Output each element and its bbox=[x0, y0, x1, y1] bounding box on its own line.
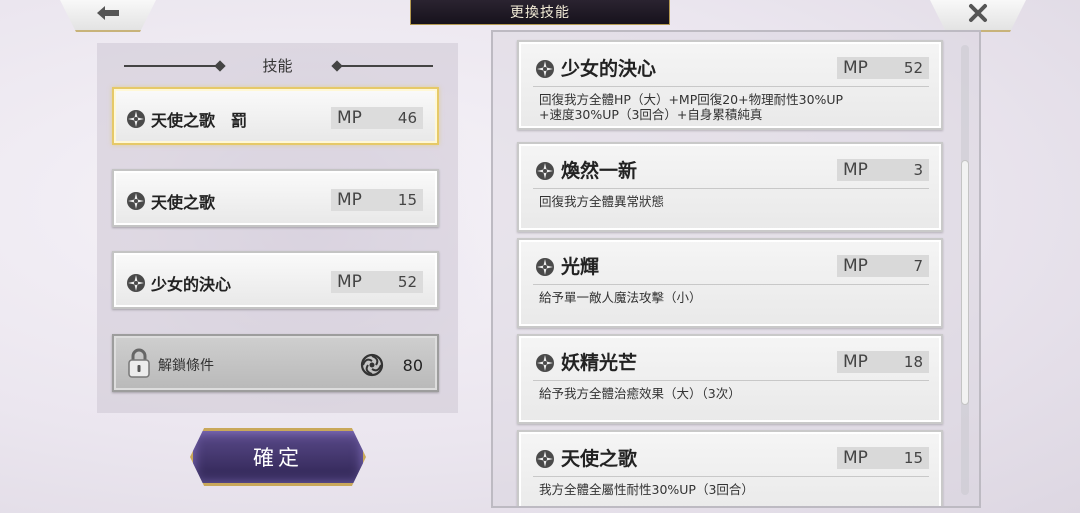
divider bbox=[533, 380, 929, 381]
skill-icon bbox=[536, 354, 554, 372]
divider bbox=[533, 86, 929, 87]
mp-value: 3 bbox=[913, 161, 923, 179]
mp-label: MP bbox=[843, 448, 868, 468]
mp-label: MP bbox=[843, 160, 868, 180]
mp-label: MP bbox=[843, 256, 868, 276]
skill-icon bbox=[127, 110, 145, 128]
equipped-skill-slot-1[interactable]: 天使之歌 罰 MP 46 bbox=[112, 87, 439, 145]
close-icon bbox=[969, 4, 987, 22]
skill-description-line: +速度30%UP（3回合）+自身累積純真 bbox=[539, 107, 763, 122]
close-button[interactable] bbox=[928, 0, 1028, 32]
skill-list-panel[interactable]: 少女的決心 MP 52 回復我方全體HP（大）+MP回復20+物理耐性30%UP… bbox=[491, 30, 981, 508]
mp-cost-box: MP 18 bbox=[837, 351, 929, 373]
skill-description: 回復我方全體異常狀態 bbox=[539, 194, 919, 209]
mp-label: MP bbox=[843, 58, 868, 78]
page-title: 更換技能 bbox=[410, 0, 670, 25]
skill-icon bbox=[127, 192, 145, 210]
equipped-skill-name: 天使之歌 bbox=[151, 193, 216, 212]
mp-value: 7 bbox=[913, 257, 923, 275]
skill-card[interactable]: 光輝 MP 7 給予單一敵人魔法攻擊（小） bbox=[517, 238, 943, 328]
mp-value: 46 bbox=[397, 109, 417, 127]
mp-value: 52 bbox=[397, 273, 417, 291]
skill-icon bbox=[536, 60, 554, 78]
mp-cost-box: MP 52 bbox=[837, 57, 929, 79]
skill-card[interactable]: 少女的決心 MP 52 回復我方全體HP（大）+MP回復20+物理耐性30%UP… bbox=[517, 40, 943, 130]
skill-card[interactable]: 煥然一新 MP 3 回復我方全體異常狀態 bbox=[517, 142, 943, 232]
scrollbar-thumb[interactable] bbox=[961, 160, 969, 405]
skill-description: 我方全體全屬性耐性30%UP（3回合） bbox=[539, 482, 919, 497]
skill-icon bbox=[127, 274, 145, 292]
mp-cost-box: MP 46 bbox=[331, 107, 423, 129]
mp-label: MP bbox=[337, 108, 362, 128]
equipped-skill-slot-3[interactable]: 少女的決心 MP 52 bbox=[112, 251, 439, 309]
skill-description-line: 回復我方全體異常狀態 bbox=[539, 194, 665, 209]
mp-value: 15 bbox=[397, 191, 417, 209]
unlock-cost: 80 bbox=[402, 356, 423, 375]
skill-icon bbox=[536, 162, 554, 180]
skill-icon bbox=[536, 450, 554, 468]
skill-description-line: 給予單一敵人魔法攻擊（小） bbox=[539, 290, 702, 305]
skill-icon bbox=[536, 258, 554, 276]
mp-label: MP bbox=[337, 190, 362, 210]
equipped-skill-name: 少女的決心 bbox=[151, 275, 232, 294]
skill-card[interactable]: 妖精光芒 MP 18 給予我方全體治癒效果（大）（3次） bbox=[517, 334, 943, 424]
mp-value: 52 bbox=[903, 59, 923, 77]
arrow-left-icon bbox=[97, 6, 119, 20]
skill-description-line: 給予我方全體治癒效果（大）（3次） bbox=[539, 386, 741, 401]
divider bbox=[533, 476, 929, 477]
mp-cost-box: MP 15 bbox=[331, 189, 423, 211]
divider bbox=[533, 188, 929, 189]
mp-cost-box: MP 15 bbox=[837, 447, 929, 469]
lock-icon bbox=[128, 348, 150, 378]
skill-description-line: 我方全體全屬性耐性30%UP（3回合） bbox=[539, 482, 754, 497]
mp-value: 15 bbox=[903, 449, 923, 467]
mp-cost-box: MP 52 bbox=[331, 271, 423, 293]
skill-description: 回復我方全體HP（大）+MP回復20+物理耐性30%UP +速度30%UP（3回… bbox=[539, 92, 919, 122]
unlock-condition-label: 解鎖條件 bbox=[158, 358, 214, 374]
skill-name: 光輝 bbox=[561, 256, 600, 278]
skill-description-line: 回復我方全體HP（大）+MP回復20+物理耐性30%UP bbox=[539, 92, 844, 107]
skill-description: 給予單一敵人魔法攻擊（小） bbox=[539, 290, 919, 305]
equipped-skill-name: 天使之歌 罰 bbox=[151, 111, 248, 130]
mp-label: MP bbox=[843, 352, 868, 372]
equipped-skills-panel: 技能 天使之歌 罰 MP 46 天使之歌 MP 15 少女的決心 MP 52 解… bbox=[97, 43, 458, 413]
mp-label: MP bbox=[337, 272, 362, 292]
heading-ornament-right bbox=[333, 65, 433, 67]
skill-description: 給予我方全體治癒效果（大）（3次） bbox=[539, 386, 919, 401]
skill-card[interactable]: 天使之歌 MP 15 我方全體全屬性耐性30%UP（3回合） bbox=[517, 430, 943, 506]
locked-skill-slot[interactable]: 解鎖條件 80 bbox=[112, 334, 439, 392]
mp-cost-box: MP 7 bbox=[837, 255, 929, 277]
equipped-skill-slot-2[interactable]: 天使之歌 MP 15 bbox=[112, 169, 439, 227]
skill-name: 少女的決心 bbox=[561, 58, 657, 80]
mp-value: 18 bbox=[903, 353, 923, 371]
back-button[interactable] bbox=[58, 0, 158, 32]
skill-name: 煥然一新 bbox=[561, 160, 638, 182]
skill-name: 妖精光芒 bbox=[561, 352, 638, 374]
spiral-icon bbox=[360, 353, 384, 377]
confirm-button[interactable]: 確定 bbox=[190, 428, 366, 486]
skill-name: 天使之歌 bbox=[561, 448, 638, 470]
divider bbox=[533, 284, 929, 285]
mp-cost-box: MP 3 bbox=[837, 159, 929, 181]
